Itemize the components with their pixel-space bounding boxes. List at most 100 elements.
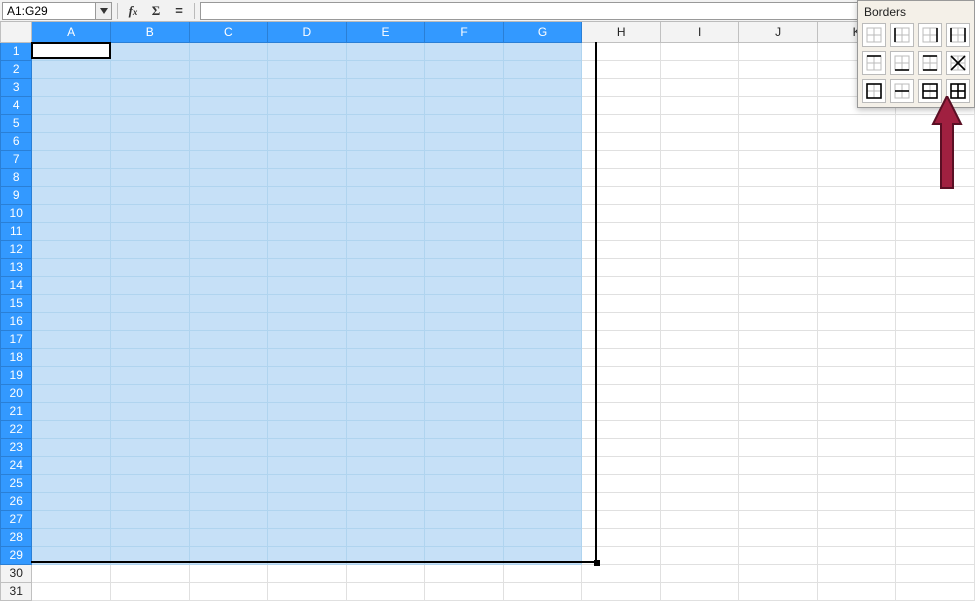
cell[interactable] bbox=[32, 330, 111, 348]
cell[interactable] bbox=[660, 204, 738, 222]
cell[interactable] bbox=[582, 204, 661, 222]
cell[interactable] bbox=[582, 78, 661, 96]
cell[interactable] bbox=[503, 510, 582, 528]
cell[interactable] bbox=[346, 528, 425, 546]
column-header[interactable]: H bbox=[582, 22, 661, 42]
cell[interactable] bbox=[739, 420, 817, 438]
cell[interactable] bbox=[582, 258, 661, 276]
cell[interactable] bbox=[582, 546, 661, 564]
cell[interactable] bbox=[189, 420, 268, 438]
cell[interactable] bbox=[189, 438, 268, 456]
cell[interactable] bbox=[896, 204, 975, 222]
cell[interactable] bbox=[503, 330, 582, 348]
row-header[interactable]: 6 bbox=[1, 132, 32, 150]
cell[interactable] bbox=[110, 78, 189, 96]
border-box-icon[interactable] bbox=[862, 79, 886, 103]
cell[interactable] bbox=[739, 438, 817, 456]
cell[interactable] bbox=[32, 438, 111, 456]
row-header[interactable]: 27 bbox=[1, 510, 32, 528]
column-header[interactable]: C bbox=[189, 22, 268, 42]
cell[interactable] bbox=[660, 420, 738, 438]
cell[interactable] bbox=[32, 96, 111, 114]
cell[interactable] bbox=[425, 222, 504, 240]
cell[interactable] bbox=[582, 240, 661, 258]
cell[interactable] bbox=[582, 294, 661, 312]
cell[interactable] bbox=[189, 276, 268, 294]
cell[interactable] bbox=[582, 114, 661, 132]
cell[interactable] bbox=[268, 240, 347, 258]
cell[interactable] bbox=[425, 582, 504, 600]
cell[interactable] bbox=[268, 294, 347, 312]
column-header[interactable]: G bbox=[503, 22, 582, 42]
cell[interactable] bbox=[268, 474, 347, 492]
cell[interactable] bbox=[425, 510, 504, 528]
cell[interactable] bbox=[425, 168, 504, 186]
function-wizard-icon[interactable]: fx bbox=[123, 2, 143, 20]
cell[interactable] bbox=[503, 276, 582, 294]
row-header[interactable]: 5 bbox=[1, 114, 32, 132]
row-header[interactable]: 30 bbox=[1, 564, 32, 582]
cell[interactable] bbox=[425, 402, 504, 420]
cell[interactable] bbox=[660, 438, 738, 456]
row-header[interactable]: 20 bbox=[1, 384, 32, 402]
border-lr-icon[interactable] bbox=[946, 23, 970, 47]
cell[interactable] bbox=[346, 60, 425, 78]
cell[interactable] bbox=[268, 78, 347, 96]
cell[interactable] bbox=[660, 564, 738, 582]
cell[interactable] bbox=[110, 294, 189, 312]
cell[interactable] bbox=[817, 420, 896, 438]
cell[interactable] bbox=[739, 366, 817, 384]
border-all-icon[interactable] bbox=[946, 79, 970, 103]
cell[interactable] bbox=[582, 510, 661, 528]
border-top-icon[interactable] bbox=[862, 51, 886, 75]
column-header[interactable]: E bbox=[346, 22, 425, 42]
cell[interactable] bbox=[346, 474, 425, 492]
cell[interactable] bbox=[503, 384, 582, 402]
cell[interactable] bbox=[425, 114, 504, 132]
cell[interactable] bbox=[110, 168, 189, 186]
cell[interactable] bbox=[896, 348, 975, 366]
cell[interactable] bbox=[268, 168, 347, 186]
cell[interactable] bbox=[503, 114, 582, 132]
cell[interactable] bbox=[110, 420, 189, 438]
cell[interactable] bbox=[660, 240, 738, 258]
cell[interactable] bbox=[817, 474, 896, 492]
cell[interactable] bbox=[582, 420, 661, 438]
select-all-corner[interactable] bbox=[1, 22, 32, 42]
cell[interactable] bbox=[268, 222, 347, 240]
cell[interactable] bbox=[425, 492, 504, 510]
cell[interactable] bbox=[425, 258, 504, 276]
cell[interactable] bbox=[268, 114, 347, 132]
border-diag-icon[interactable] bbox=[946, 51, 970, 75]
cell[interactable] bbox=[189, 42, 268, 60]
cell[interactable] bbox=[739, 186, 817, 204]
cell[interactable] bbox=[739, 276, 817, 294]
border-left-icon[interactable] bbox=[890, 23, 914, 47]
cell[interactable] bbox=[268, 510, 347, 528]
cell[interactable] bbox=[110, 456, 189, 474]
border-tb-icon[interactable] bbox=[918, 51, 942, 75]
cell[interactable] bbox=[896, 582, 975, 600]
cell[interactable] bbox=[346, 42, 425, 60]
cell[interactable] bbox=[660, 276, 738, 294]
cell[interactable] bbox=[660, 96, 738, 114]
row-header[interactable]: 8 bbox=[1, 168, 32, 186]
name-box-dropdown[interactable] bbox=[95, 3, 111, 19]
cell[interactable] bbox=[32, 474, 111, 492]
cell[interactable] bbox=[32, 528, 111, 546]
cell[interactable] bbox=[503, 204, 582, 222]
cell[interactable] bbox=[660, 150, 738, 168]
cell[interactable] bbox=[660, 168, 738, 186]
cell[interactable] bbox=[189, 456, 268, 474]
cell[interactable] bbox=[896, 564, 975, 582]
cell-grid[interactable]: ABCDEFGHIJKL1234567891011121314151617181… bbox=[0, 22, 975, 601]
cell[interactable] bbox=[896, 510, 975, 528]
cell[interactable] bbox=[32, 312, 111, 330]
cell[interactable] bbox=[346, 366, 425, 384]
cell[interactable] bbox=[110, 312, 189, 330]
cell[interactable] bbox=[582, 492, 661, 510]
cell[interactable] bbox=[896, 294, 975, 312]
cell[interactable] bbox=[425, 528, 504, 546]
cell[interactable] bbox=[425, 456, 504, 474]
row-header[interactable]: 14 bbox=[1, 276, 32, 294]
